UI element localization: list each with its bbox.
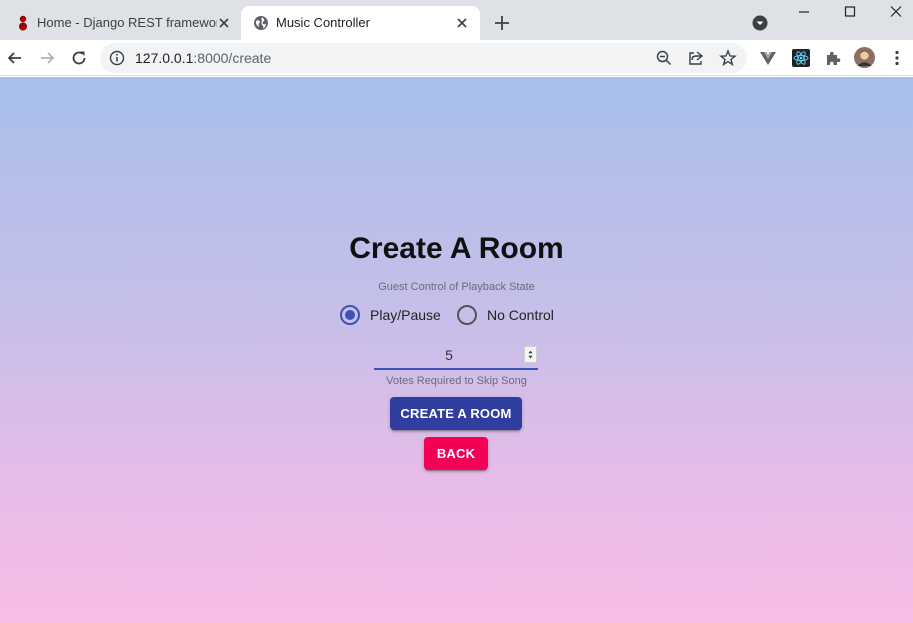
info-icon[interactable] — [109, 50, 125, 66]
maximize-icon[interactable] — [840, 4, 860, 20]
tab-title: Home - Django REST framework — [37, 15, 217, 30]
zoom-out-icon[interactable] — [655, 49, 673, 67]
reload-icon[interactable] — [70, 49, 88, 67]
radio-no-control[interactable]: No Control — [457, 304, 554, 326]
url-host: 127.0.0.1 — [135, 50, 194, 66]
profile-avatar[interactable] — [854, 47, 875, 68]
page-viewport: Create A Room Guest Control of Playback … — [0, 77, 913, 623]
number-spinner-icon[interactable] — [524, 346, 537, 363]
django-rest-icon — [19, 15, 27, 31]
tab-strip: Home - Django REST framework Music Contr… — [0, 0, 913, 40]
extensions-icon[interactable] — [824, 49, 842, 67]
forward-arrow-icon[interactable] — [38, 49, 56, 67]
url-path: :8000/create — [193, 50, 272, 66]
address-bar[interactable]: 127.0.0.1:8000/create — [100, 43, 747, 73]
react-devtools-icon[interactable] — [792, 49, 810, 67]
url-text: 127.0.0.1:8000/create — [135, 50, 271, 66]
vue-devtools-icon[interactable] — [759, 49, 777, 67]
tab-title: Music Controller — [276, 15, 370, 30]
new-tab-icon[interactable] — [492, 13, 512, 33]
radio-play-pause[interactable]: Play/Pause — [340, 304, 441, 326]
tab-search-icon[interactable] — [752, 15, 768, 31]
share-icon[interactable] — [687, 49, 705, 67]
guest-control-label: Guest Control of Playback State — [378, 281, 535, 293]
close-icon[interactable] — [216, 15, 232, 31]
radio-label: Play/Pause — [370, 307, 441, 323]
window-close-icon[interactable] — [886, 4, 906, 20]
create-room-button[interactable]: CREATE A ROOM — [390, 397, 522, 430]
close-icon[interactable] — [454, 15, 470, 31]
tab-music-controller[interactable]: Music Controller — [241, 6, 480, 40]
globe-icon — [254, 16, 268, 30]
radio-button-checked[interactable] — [340, 305, 360, 325]
radio-label: No Control — [487, 307, 554, 323]
back-arrow-icon[interactable] — [6, 49, 24, 67]
menu-kebab-icon[interactable] — [888, 49, 906, 67]
page-title: Create A Room — [349, 232, 564, 265]
browser-toolbar: 127.0.0.1:8000/create — [0, 40, 913, 76]
back-button[interactable]: BACK — [424, 437, 488, 470]
star-icon[interactable] — [719, 49, 737, 67]
votes-input[interactable]: 5 — [374, 340, 538, 370]
votes-helper-text: Votes Required to Skip Song — [386, 375, 527, 387]
radio-button-unchecked[interactable] — [457, 305, 477, 325]
tab-django-rest[interactable]: Home - Django REST framework — [8, 6, 238, 40]
votes-value: 5 — [445, 347, 453, 363]
minimize-icon[interactable] — [794, 4, 814, 20]
